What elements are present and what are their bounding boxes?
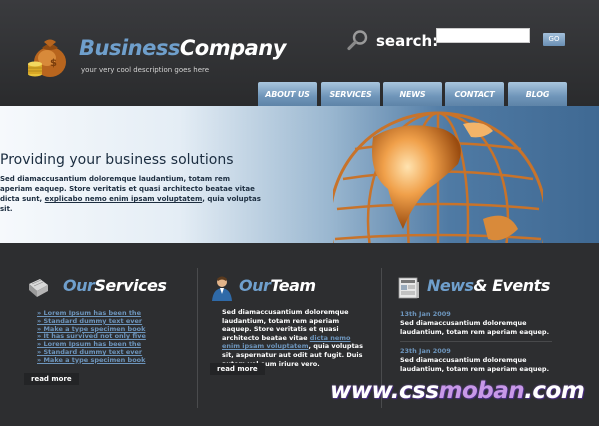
news-date: 23th Jan 2009 <box>400 347 451 355</box>
nav-services[interactable]: SERVICES <box>321 82 380 106</box>
news-title-word-2: & Events <box>473 276 551 295</box>
tagline: your very cool description goes here <box>81 66 210 74</box>
team-read-more-button[interactable]: read more <box>210 363 265 375</box>
site-watermark: www.cssmoban.com <box>330 378 585 404</box>
search-label: search: <box>376 32 439 50</box>
news-title: News& Events <box>427 276 550 295</box>
news-item-text[interactable]: Sed diamaccusantium doloremque laudantiu… <box>400 356 550 373</box>
nav-about-us[interactable]: ABOUT US <box>258 82 317 106</box>
hero-banner: Providing your business solutions Sed di… <box>0 106 599 243</box>
notebook-icon <box>29 279 48 297</box>
news-item-text[interactable]: Sed diamaccusantium doloremque laudantiu… <box>400 319 550 336</box>
newspaper-icon <box>398 277 419 299</box>
news-date: 13th Jan 2009 <box>400 310 451 318</box>
brand-word-2: Company <box>179 36 287 60</box>
services-title-word-2: Services <box>94 276 167 295</box>
services-read-more-button[interactable]: read more <box>24 373 79 385</box>
magnifier-icon <box>347 30 368 51</box>
nav-blog[interactable]: BLOG <box>508 82 567 106</box>
nav-news[interactable]: NEWS <box>383 82 442 106</box>
team-text: Sed diamaccusantium doloremque laudantiu… <box>222 308 370 368</box>
globe-icon <box>333 111 543 243</box>
service-link[interactable]: » Make a type specimen book <box>37 356 146 365</box>
team-title-word-1: Our <box>239 276 271 295</box>
person-icon <box>212 276 232 301</box>
nav-contact[interactable]: CONTACT <box>445 82 504 106</box>
banner-link[interactable]: explicabo nemo enim ipsam voluptatem <box>45 195 203 203</box>
brand-word-1: Business <box>79 36 180 60</box>
services-title-word-1: Our <box>63 276 95 295</box>
watermark-part-1: www.css <box>330 378 439 404</box>
brand-name[interactable]: BusinessCompany <box>79 36 286 60</box>
banner-title: Providing your business solutions <box>0 152 234 168</box>
banner-text: Sed diamaccusantium doloremque laudantiu… <box>0 174 262 214</box>
news-title-word-1: News <box>427 276 474 295</box>
svg-text:$: $ <box>50 58 57 69</box>
column-divider-1 <box>197 268 198 408</box>
team-title-word-2: Team <box>270 276 316 295</box>
go-button[interactable]: GO <box>543 33 565 46</box>
money-bag-icon: $ <box>28 39 66 77</box>
watermark-part-3: .com <box>524 378 585 404</box>
news-separator <box>400 341 552 342</box>
watermark-part-2: moban <box>438 378 525 404</box>
services-title: OurServices <box>63 276 167 295</box>
services-list: » Lorem Ipsum has been the » Standard du… <box>37 309 146 365</box>
search-input[interactable] <box>436 28 530 43</box>
team-title: OurTeam <box>239 276 316 295</box>
